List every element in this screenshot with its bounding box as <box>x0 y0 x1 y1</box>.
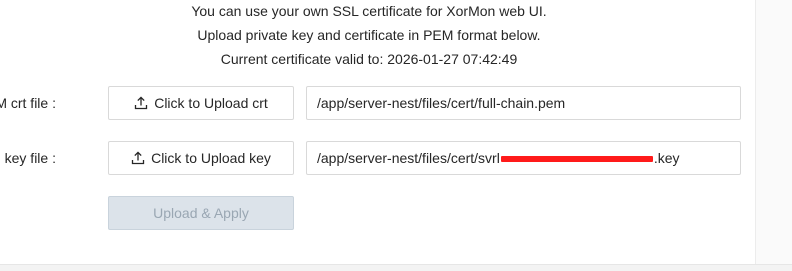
key-file-row: PEM key file : Click to Upload key /app/… <box>0 141 750 175</box>
crt-file-row: PEM crt file : Click to Upload crt /app/… <box>0 86 750 120</box>
upload-apply-button-label: Upload & Apply <box>153 205 249 221</box>
key-path-suffix: .key <box>653 150 680 166</box>
panel-bottom-edge <box>0 264 792 271</box>
right-scroll-area <box>755 0 792 271</box>
upload-icon <box>131 151 145 165</box>
key-path-field[interactable]: /app/server-nest/files/cert/svrl .key <box>306 141 741 175</box>
crt-path-field[interactable]: /app/server-nest/files/cert/full-chain.p… <box>306 86 741 120</box>
upload-key-button[interactable]: Click to Upload key <box>108 141 294 175</box>
upload-icon <box>134 96 148 110</box>
upload-crt-button-label: Click to Upload crt <box>154 95 268 111</box>
ssl-certificate-panel: You can use your own SSL certificate for… <box>0 0 792 271</box>
upload-crt-button[interactable]: Click to Upload crt <box>108 86 294 120</box>
redaction-mark <box>500 156 653 163</box>
key-path-prefix: /app/server-nest/files/cert/svrl <box>317 150 500 166</box>
certificate-info: You can use your own SSL certificate for… <box>0 0 738 71</box>
info-line-ssl-usage: You can use your own SSL certificate for… <box>191 3 547 19</box>
crt-path-value: /app/server-nest/files/cert/full-chain.p… <box>317 95 566 111</box>
upload-apply-button[interactable]: Upload & Apply <box>108 196 294 230</box>
crt-file-label: PEM crt file : <box>0 95 56 111</box>
key-file-label: PEM key file : <box>0 150 56 166</box>
upload-key-button-label: Click to Upload key <box>151 150 271 166</box>
info-line-pem-instructions: Upload private key and certificate in PE… <box>197 27 541 43</box>
info-line-certificate-validity: Current certificate valid to: 2026-01-27… <box>220 51 518 67</box>
